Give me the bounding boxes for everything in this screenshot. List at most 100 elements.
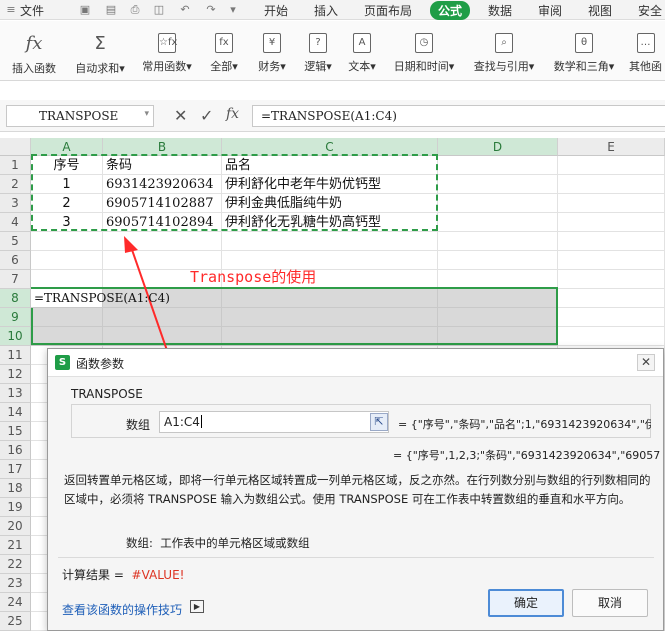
cell-b10[interactable] <box>103 327 222 346</box>
cell-d9[interactable] <box>438 308 558 327</box>
cancel-icon[interactable]: ✕ <box>174 106 187 125</box>
tab-page-layout[interactable]: 页面布局 <box>364 2 412 19</box>
cell-e7[interactable] <box>558 270 665 289</box>
row-header-3[interactable]: 3 <box>0 194 31 213</box>
cell-b9[interactable] <box>103 308 222 327</box>
tab-formulas[interactable]: 公式 <box>430 1 471 20</box>
column-header-d[interactable]: D <box>438 138 558 156</box>
all-functions-button[interactable]: fx 全部▾ <box>204 33 244 74</box>
row-header-15[interactable]: 15 <box>0 422 31 441</box>
cell-c4[interactable]: 伊利舒化无乳糖牛奶高钙型 <box>222 213 438 232</box>
row-header-2[interactable]: 2 <box>0 175 31 194</box>
row-header-24[interactable]: 24 <box>0 593 31 612</box>
export-icon[interactable]: ▤ <box>104 3 118 16</box>
row-header-8[interactable]: 8 <box>0 289 31 308</box>
cell-a2[interactable]: 1 <box>31 175 103 194</box>
cell-e2[interactable] <box>558 175 665 194</box>
ok-button[interactable]: 确定 <box>488 589 564 617</box>
cell-d3[interactable] <box>438 194 558 213</box>
fx-icon[interactable]: fx <box>226 106 239 122</box>
cell-c5[interactable] <box>222 232 438 251</box>
cell-a10[interactable] <box>31 327 103 346</box>
cell-d8[interactable] <box>438 289 558 308</box>
row-header-22[interactable]: 22 <box>0 555 31 574</box>
cell-d5[interactable] <box>438 232 558 251</box>
select-all-corner[interactable] <box>0 138 31 156</box>
row-header-20[interactable]: 20 <box>0 517 31 536</box>
cell-a6[interactable] <box>31 251 103 270</box>
cell-b3[interactable]: 6905714102887 <box>103 194 222 213</box>
array-input[interactable]: A1:C4 <box>159 411 389 433</box>
cell-c3[interactable]: 伊利金典低脂纯牛奶 <box>222 194 438 213</box>
other-functions-button[interactable]: … 其他函 <box>626 33 665 74</box>
date-time-button[interactable]: ◷ 日期和时间▾ <box>388 33 460 74</box>
column-header-c[interactable]: C <box>222 138 438 156</box>
tab-review[interactable]: 审阅 <box>538 2 562 19</box>
text-button[interactable]: A 文本▾ <box>342 33 382 74</box>
cell-c1[interactable]: 品名 <box>222 156 438 175</box>
cell-a5[interactable] <box>31 232 103 251</box>
undo-icon[interactable]: ↶ <box>178 3 192 16</box>
row-header-23[interactable]: 23 <box>0 574 31 593</box>
cell-a7[interactable] <box>31 270 103 289</box>
tab-insert[interactable]: 插入 <box>314 2 338 19</box>
row-header-6[interactable]: 6 <box>0 251 31 270</box>
cell-e3[interactable] <box>558 194 665 213</box>
print-icon[interactable]: ⎙ <box>128 3 142 16</box>
cell-b2[interactable]: 6931423920634 <box>103 175 222 194</box>
financial-button[interactable]: ¥ 财务▾ <box>252 33 292 74</box>
lookup-reference-button[interactable]: ⌕ 查找与引用▾ <box>468 33 540 74</box>
insert-function-button[interactable]: fx 插入函数 <box>8 33 60 76</box>
cell-e8[interactable] <box>558 289 665 308</box>
cell-c9[interactable] <box>222 308 438 327</box>
row-header-12[interactable]: 12 <box>0 365 31 384</box>
check-icon[interactable]: ✓ <box>200 106 213 125</box>
cell-a8[interactable]: =TRANSPOSE(A1:C4) <box>31 289 170 308</box>
formula-input[interactable]: =TRANSPOSE(A1:C4) <box>252 105 665 127</box>
row-header-13[interactable]: 13 <box>0 384 31 403</box>
save-icon[interactable]: ▣ <box>78 3 92 16</box>
menu-icon[interactable]: ≡ <box>4 3 18 16</box>
row-header-19[interactable]: 19 <box>0 498 31 517</box>
cell-a1[interactable]: 序号 <box>31 156 103 175</box>
chevron-down-icon[interactable]: ▾ <box>144 109 149 119</box>
cell-d6[interactable] <box>438 251 558 270</box>
redo-icon[interactable]: ↷ <box>204 3 218 16</box>
cell-a4[interactable]: 3 <box>31 213 103 232</box>
row-header-21[interactable]: 21 <box>0 536 31 555</box>
logical-button[interactable]: ? 逻辑▾ <box>298 33 338 74</box>
column-header-e[interactable]: E <box>558 138 665 156</box>
cell-d1[interactable] <box>438 156 558 175</box>
row-header-16[interactable]: 16 <box>0 441 31 460</box>
cell-e1[interactable] <box>558 156 665 175</box>
row-header-5[interactable]: 5 <box>0 232 31 251</box>
row-header-7[interactable]: 7 <box>0 270 31 289</box>
row-header-10[interactable]: 10 <box>0 327 31 346</box>
math-trig-button[interactable]: θ 数学和三角▾ <box>548 33 620 74</box>
cell-e4[interactable] <box>558 213 665 232</box>
name-box[interactable]: TRANSPOSE ▾ <box>6 105 154 127</box>
cell-e6[interactable] <box>558 251 665 270</box>
cell-d10[interactable] <box>438 327 558 346</box>
cell-a3[interactable]: 2 <box>31 194 103 213</box>
function-tips-link[interactable]: 查看该函数的操作技巧 <box>62 601 182 618</box>
cell-e10[interactable] <box>558 327 665 346</box>
row-header-14[interactable]: 14 <box>0 403 31 422</box>
row-header-18[interactable]: 18 <box>0 479 31 498</box>
cell-d7[interactable] <box>438 270 558 289</box>
cell-d4[interactable] <box>438 213 558 232</box>
tab-security[interactable]: 安全 <box>638 2 662 19</box>
row-header-11[interactable]: 11 <box>0 346 31 365</box>
tab-view[interactable]: 视图 <box>588 2 612 19</box>
column-header-b[interactable]: B <box>103 138 222 156</box>
cell-b4[interactable]: 6905714102894 <box>103 213 222 232</box>
cell-b5[interactable] <box>103 232 222 251</box>
common-functions-button[interactable]: ☆fx 常用函数▾ <box>138 33 196 74</box>
cell-e5[interactable] <box>558 232 665 251</box>
cancel-button[interactable]: 取消 <box>572 589 648 617</box>
collapse-dialog-icon[interactable]: ⇱ <box>370 413 388 431</box>
row-header-9[interactable]: 9 <box>0 308 31 327</box>
cell-a9[interactable] <box>31 308 103 327</box>
row-header-4[interactable]: 4 <box>0 213 31 232</box>
cell-b1[interactable]: 条码 <box>103 156 222 175</box>
